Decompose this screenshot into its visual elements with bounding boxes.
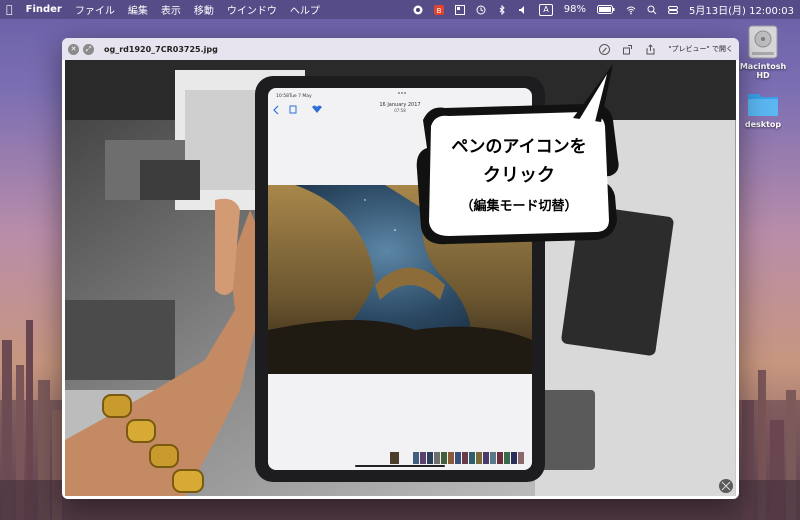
fullscreen-button[interactable]: ⤢ bbox=[83, 43, 94, 55]
quicklook-window: ✕ ⤢ og_rd1920_7CR03725.jpg "プレビュー" で開く 1… bbox=[62, 38, 739, 499]
window-titlebar: ✕ ⤢ og_rd1920_7CR03725.jpg "プレビュー" で開く bbox=[62, 38, 739, 60]
window-title: og_rd1920_7CR03725.jpg bbox=[104, 44, 218, 54]
menu-file[interactable]: ファイル bbox=[75, 2, 115, 17]
desktop-icon-label: Macintosh HD bbox=[739, 62, 787, 80]
close-button[interactable]: ✕ bbox=[68, 43, 79, 55]
ipad-status-time: 10:58 bbox=[276, 93, 289, 99]
menu-go[interactable]: 移動 bbox=[194, 2, 214, 17]
open-with-preview-button[interactable]: "プレビュー" で開く bbox=[668, 44, 733, 54]
menu-edit[interactable]: 編集 bbox=[128, 2, 148, 17]
window-tile-icon[interactable] bbox=[455, 4, 466, 15]
control-center-icon[interactable] bbox=[668, 5, 679, 15]
share-icon[interactable] bbox=[645, 43, 656, 55]
wifi-icon[interactable] bbox=[626, 5, 636, 15]
svg-text:B: B bbox=[437, 7, 442, 15]
rotate-icon[interactable] bbox=[622, 44, 633, 55]
menu-bar:  Finder ファイル 編集 表示 移動 ウインドウ ヘルプ B A 98%… bbox=[0, 0, 800, 19]
photo-content: 10:58 Tue 7 May 16 January 2017 07:58 ペン… bbox=[65, 60, 736, 496]
input-source-indicator[interactable]: A bbox=[539, 3, 553, 16]
ipad-home-indicator bbox=[355, 465, 445, 467]
hard-drive-icon bbox=[748, 25, 778, 59]
bluetooth-icon[interactable] bbox=[497, 4, 507, 15]
menubar-clock[interactable]: 5月13日(月) 12:00:03 bbox=[689, 2, 794, 17]
menu-view[interactable]: 表示 bbox=[161, 2, 181, 17]
markup-pen-icon[interactable] bbox=[599, 43, 611, 55]
menu-window[interactable]: ウインドウ bbox=[227, 2, 277, 17]
record-status-icon[interactable] bbox=[413, 5, 423, 15]
battery-percent[interactable]: 98% bbox=[564, 4, 586, 15]
menu-help[interactable]: ヘルプ bbox=[290, 2, 320, 17]
callout-line3: （編集モード切替） bbox=[460, 198, 577, 214]
ipad-photo-time: 07:58 bbox=[394, 108, 406, 113]
apple-menu-icon[interactable]:  bbox=[6, 3, 13, 16]
app-status-icon[interactable]: B bbox=[434, 4, 445, 15]
desktop-icon-label: desktop bbox=[744, 120, 782, 129]
battery-icon[interactable] bbox=[597, 5, 615, 14]
spotlight-search-icon[interactable] bbox=[647, 5, 657, 15]
time-machine-icon[interactable] bbox=[476, 5, 486, 15]
volume-icon[interactable] bbox=[518, 5, 528, 15]
desktop-icon-macintosh-hd[interactable]: Macintosh HD bbox=[733, 24, 793, 80]
fit-to-window-icon[interactable] bbox=[719, 479, 733, 493]
desktop-icon-desktop-folder[interactable]: desktop bbox=[733, 88, 793, 129]
folder-icon bbox=[748, 94, 778, 116]
ipad-status-date: Tue 7 May bbox=[288, 93, 312, 99]
menu-app-name[interactable]: Finder bbox=[26, 4, 62, 15]
callout-line2: クリック bbox=[483, 165, 555, 186]
callout-line1: ペンのアイコンを bbox=[451, 137, 586, 157]
preview-image: 10:58 Tue 7 May 16 January 2017 07:58 ペン… bbox=[65, 60, 736, 496]
